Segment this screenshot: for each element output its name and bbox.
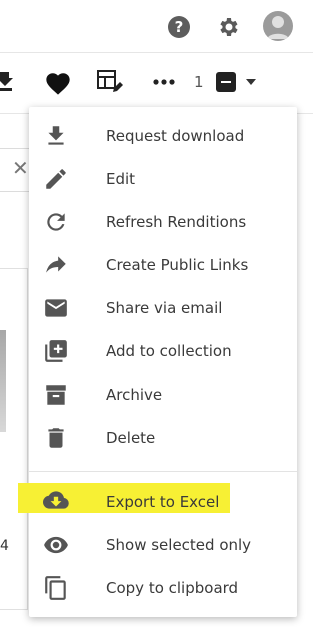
download-icon bbox=[43, 123, 69, 149]
share-arrow-icon bbox=[43, 252, 69, 278]
menu-item-label: Show selected only bbox=[106, 536, 252, 554]
edit-table-icon[interactable] bbox=[97, 70, 123, 94]
add-to-collection-icon bbox=[43, 338, 69, 364]
menu-item-label: Edit bbox=[106, 170, 136, 188]
menu-item-refresh-renditions[interactable]: Refresh Renditions bbox=[29, 204, 297, 240]
asset-card-fragment bbox=[0, 268, 28, 610]
help-icon[interactable]: ? bbox=[168, 16, 190, 38]
menu-item-request-download[interactable]: Request download bbox=[29, 118, 297, 154]
envelope-icon bbox=[43, 295, 69, 321]
menu-item-label: Create Public Links bbox=[106, 256, 249, 274]
heart-icon[interactable] bbox=[44, 70, 72, 96]
menu-item-label: Add to collection bbox=[106, 342, 232, 360]
menu-item-label: Delete bbox=[106, 429, 156, 447]
menu-item-label: Share via email bbox=[106, 299, 223, 317]
menu-item-delete[interactable]: Delete bbox=[29, 420, 297, 456]
menu-item-label: Archive bbox=[106, 386, 163, 404]
gear-icon[interactable] bbox=[216, 15, 240, 39]
menu-divider bbox=[29, 471, 297, 472]
bulk-select-checkbox[interactable] bbox=[216, 72, 236, 92]
menu-item-share-via-email[interactable]: Share via email bbox=[29, 290, 297, 326]
archive-icon bbox=[43, 382, 69, 408]
download-icon[interactable] bbox=[0, 68, 16, 94]
menu-item-copy-to-clipboard[interactable]: Copy to clipboard bbox=[29, 570, 297, 606]
pencil-icon bbox=[43, 166, 69, 192]
close-icon[interactable]: ✕ bbox=[12, 156, 29, 180]
eye-icon bbox=[42, 532, 68, 558]
refresh-icon bbox=[43, 209, 69, 235]
chevron-down-icon[interactable] bbox=[246, 79, 256, 85]
card-text-fragment: 4 bbox=[0, 538, 9, 554]
menu-item-label: Export to Excel bbox=[106, 493, 220, 511]
menu-item-export-to-excel[interactable]: Export to Excel bbox=[29, 484, 297, 520]
trash-icon bbox=[43, 425, 69, 451]
menu-item-edit[interactable]: Edit bbox=[29, 161, 297, 197]
menu-item-label: Copy to clipboard bbox=[106, 579, 239, 597]
cloud-download-icon bbox=[41, 487, 71, 513]
more-options-icon[interactable] bbox=[152, 78, 176, 86]
avatar[interactable] bbox=[263, 11, 293, 41]
thumbnail-fragment bbox=[0, 330, 6, 432]
menu-item-show-selected-only[interactable]: Show selected only bbox=[29, 527, 297, 563]
menu-item-add-to-collection[interactable]: Add to collection bbox=[29, 333, 297, 369]
menu-item-label: Refresh Renditions bbox=[106, 213, 247, 231]
menu-item-archive[interactable]: Archive bbox=[29, 377, 297, 413]
menu-item-create-public-links[interactable]: Create Public Links bbox=[29, 247, 297, 283]
menu-item-label: Request download bbox=[106, 127, 245, 145]
selected-count: 1 bbox=[194, 73, 204, 91]
copy-icon bbox=[43, 574, 69, 600]
